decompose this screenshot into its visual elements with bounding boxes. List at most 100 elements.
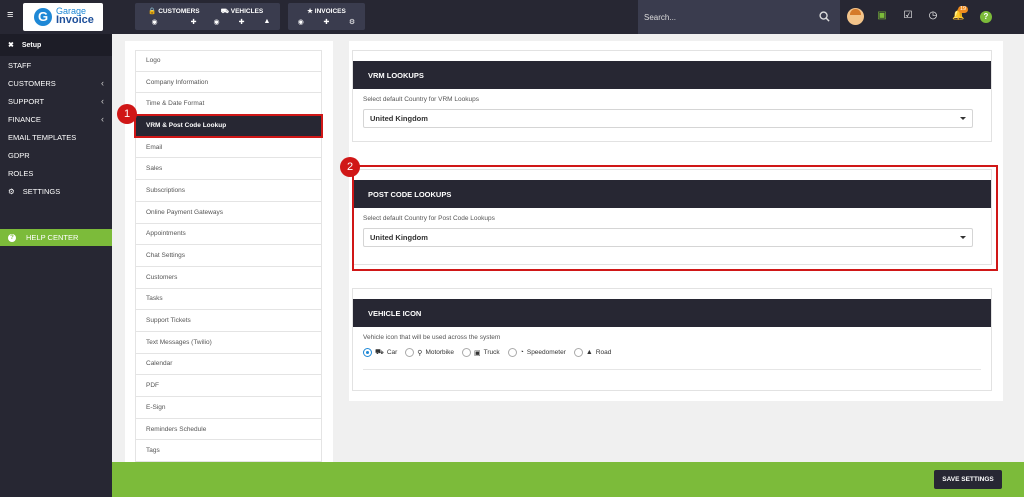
settings-menu-item[interactable]: Logo (135, 50, 322, 72)
sidebar-item-gdpr[interactable]: GDPR (0, 146, 112, 164)
vrm-country-select[interactable]: United Kingdom (363, 109, 973, 128)
vehicle-icon-option-speedometer[interactable]: ◔ Speedometer (507, 348, 566, 357)
sidebar-item-staff[interactable]: STAFF (0, 56, 112, 74)
sidebar-item-label: FINANCE (8, 114, 41, 124)
vehicle-icon-title: VEHICLE ICON (353, 299, 991, 327)
eye-icon[interactable]: ◉ (152, 18, 158, 26)
radio-button[interactable] (573, 348, 583, 357)
quick-invoices-label: INVOICES (314, 8, 346, 15)
sidebar-item-left: ROLES (8, 169, 33, 178)
settings-menu-item[interactable]: Subscriptions (135, 180, 322, 202)
help-icon[interactable]: ? (980, 11, 992, 23)
vehicle-icon-option-label: Truck (483, 349, 500, 356)
eye-icon[interactable]: ◉ (298, 18, 304, 26)
vehicle-icon-label: Vehicle icon that will be used across th… (363, 334, 501, 341)
sidebar-item-email-templates[interactable]: EMAIL TEMPLATES (0, 128, 112, 146)
settings-menu-item[interactable]: Appointments (135, 223, 322, 246)
vrm-lookups-title: VRM LOOKUPS (353, 61, 991, 89)
settings-menu-item[interactable]: Customers (135, 266, 322, 289)
settings-menu-item[interactable]: E-Sign (135, 397, 322, 419)
settings-menu-item[interactable]: Email (135, 136, 322, 159)
quick-invoices[interactable]: ★ INVOICES ◉ ✚ ⚙ (288, 3, 365, 30)
settings-menu-item[interactable]: Calendar (135, 353, 322, 376)
sidebar: ≡ G Garage Invoice ✖ Setup STAFF CUSTOMER… (0, 0, 112, 497)
sidebar-item-finance[interactable]: FINANCE ‹ (0, 110, 112, 128)
bell-icon[interactable]: ▲ (264, 18, 271, 26)
settings-menu-item[interactable]: Support Tickets (135, 310, 322, 332)
divider (363, 369, 981, 370)
radio-button[interactable] (507, 348, 517, 357)
plus-icon[interactable]: ✚ (239, 18, 245, 26)
hamburger-menu-icon[interactable]: ≡ (7, 10, 13, 21)
user-avatar[interactable] (847, 8, 864, 25)
settings-menu-item[interactable]: Sales (135, 158, 322, 181)
vehicle-icon-option-label: Speedometer (526, 349, 566, 356)
sidebar-item-left: FINANCE (8, 115, 41, 124)
close-icon[interactable]: ✖ (8, 41, 14, 49)
vehicle-icon-option-label: Motorbike (425, 349, 454, 356)
vrm-country-label: Select default Country for VRM Lookups (363, 96, 479, 103)
lock-icon: 🔒 (148, 8, 157, 15)
search-icon[interactable] (819, 11, 830, 22)
vrm-country-value: United Kingdom (370, 114, 428, 123)
eye-icon[interactable]: ◉ (214, 18, 220, 26)
radio-button[interactable] (461, 348, 471, 357)
sidebar-item-label: ROLES (8, 168, 34, 178)
sidebar-item-left: ⚙ SETTINGS (8, 187, 60, 196)
logo-mark-icon: G (34, 8, 52, 26)
sidebar-setup-header[interactable]: ✖ Setup (0, 34, 112, 56)
top-bar: 🔒 CUSTOMERS ◉ ✚ ⛟ VEHICLES ◉ ✚ ▲ ★ INVOICES… (112, 0, 1024, 34)
settings-menu-item[interactable]: Online Payment Gateways (135, 201, 322, 224)
sidebar-item-customers[interactable]: CUSTOMERS ‹ (0, 74, 112, 92)
notification-badge: 19 (958, 6, 969, 13)
speedometer-icon: ◔ (519, 349, 524, 356)
app-logo[interactable]: G Garage Invoice (23, 3, 103, 31)
settings-menu-item[interactable]: Tags (135, 440, 322, 463)
search-input[interactable] (644, 10, 814, 24)
timer-icon[interactable]: ▣ (876, 10, 888, 22)
question-icon: ? (8, 233, 16, 242)
sidebar-item-left: EMAIL TEMPLATES (8, 133, 76, 142)
sidebar-item-left: CUSTOMERS (8, 79, 56, 88)
logo-line2: Invoice (56, 14, 94, 26)
vehicle-icon-option-motorbike[interactable]: ⚲ Motorbike (405, 348, 454, 357)
radio-button[interactable] (405, 348, 415, 357)
settings-menu-item[interactable]: Tasks (135, 288, 322, 311)
chevron-left-icon: ‹ (101, 78, 104, 88)
quick-vehicles[interactable]: ⛟ VEHICLES ◉ ✚ ▲ (204, 3, 280, 30)
sidebar-item-label: CUSTOMERS (8, 78, 56, 88)
checkbox-icon[interactable]: ☑ (902, 10, 914, 22)
gear-icon: ⚙ (8, 186, 15, 196)
clock-icon[interactable]: ◷ (927, 10, 939, 22)
vehicle-icon-option-car[interactable]: ⛟ Car (363, 348, 397, 357)
settings-menu-item[interactable]: VRM & Post Code Lookup (134, 114, 323, 138)
settings-menu-item[interactable]: Text Messages (Twilio) (135, 331, 322, 354)
truck-icon: ▣ (473, 349, 481, 357)
vehicle-icon-option-label: Road (595, 349, 612, 356)
vehicle-icon-option-label: Car (386, 349, 398, 356)
settings-menu-item[interactable]: Time & Date Format (135, 93, 322, 116)
radio-button[interactable] (363, 348, 372, 357)
plus-icon[interactable]: ✚ (191, 18, 197, 26)
settings-menu-item[interactable]: Chat Settings (135, 245, 322, 267)
save-settings-button[interactable]: SAVE SETTINGS (934, 470, 1002, 489)
vehicle-icon-option-road[interactable]: ▲ Road (573, 348, 612, 357)
settings-menu-panel: Logo Company Information Time & Date Forma… (125, 41, 333, 497)
help-center-button[interactable]: ? HELP CENTER (0, 229, 112, 246)
sidebar-item-settings[interactable]: ⚙ SETTINGS (0, 182, 112, 200)
plus-icon[interactable]: ✚ (323, 18, 329, 26)
cog-icon[interactable]: ⚙ (349, 18, 355, 26)
sidebar-item-label: SUPPORT (8, 96, 45, 106)
sidebar-item-label: SETTINGS (22, 186, 61, 196)
vehicle-icon-option-truck[interactable]: ▣ Truck (461, 348, 500, 357)
vehicle-icon-options: ⛟ Car ⚲ Motorbike ▣ Truck ◔ Speedometer ▲ Road (363, 348, 611, 357)
post-code-highlight-box (352, 165, 998, 271)
sidebar-item-support[interactable]: SUPPORT ‹ (0, 92, 112, 110)
road-icon: ▲ (585, 349, 593, 356)
sidebar-item-roles[interactable]: ROLES (0, 164, 112, 182)
settings-menu-item[interactable]: Reminders Schedule (135, 418, 322, 441)
search-box (638, 0, 840, 34)
quick-customers[interactable]: 🔒 CUSTOMERS ◉ ✚ (135, 3, 213, 30)
settings-menu-item[interactable]: PDF (135, 375, 322, 397)
settings-menu-item[interactable]: Company Information (135, 71, 322, 94)
